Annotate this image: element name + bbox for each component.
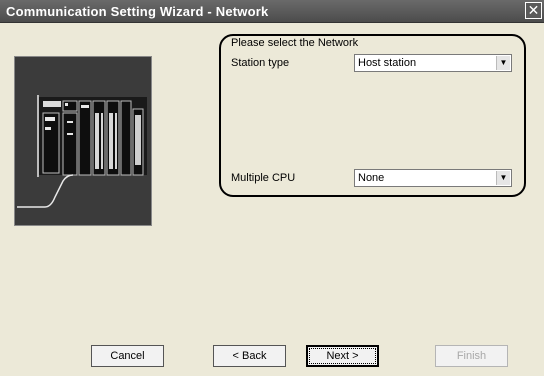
cancel-button[interactable]: Cancel <box>91 345 164 367</box>
multiple-cpu-dropdown[interactable]: None ▼ <box>354 169 512 187</box>
title-bar: Communication Setting Wizard - Network ✕ <box>0 0 544 23</box>
close-button[interactable]: ✕ <box>525 2 542 19</box>
multiple-cpu-label: Multiple CPU <box>231 172 296 184</box>
next-button[interactable]: Next > <box>306 345 379 367</box>
group-label: Please select the Network <box>231 37 359 49</box>
plc-rack-icon <box>15 57 151 225</box>
window-title: Communication Setting Wizard - Network <box>6 4 269 19</box>
finish-button[interactable]: Finish <box>435 345 508 367</box>
multiple-cpu-value: None <box>358 172 385 184</box>
chevron-down-icon[interactable]: ▼ <box>496 56 510 70</box>
plc-illustration <box>14 56 152 226</box>
station-type-dropdown[interactable]: Host station ▼ <box>354 54 512 72</box>
chevron-down-icon[interactable]: ▼ <box>496 171 510 185</box>
back-button[interactable]: < Back <box>213 345 286 367</box>
station-type-value: Host station <box>358 57 417 69</box>
station-type-label: Station type <box>231 57 290 69</box>
